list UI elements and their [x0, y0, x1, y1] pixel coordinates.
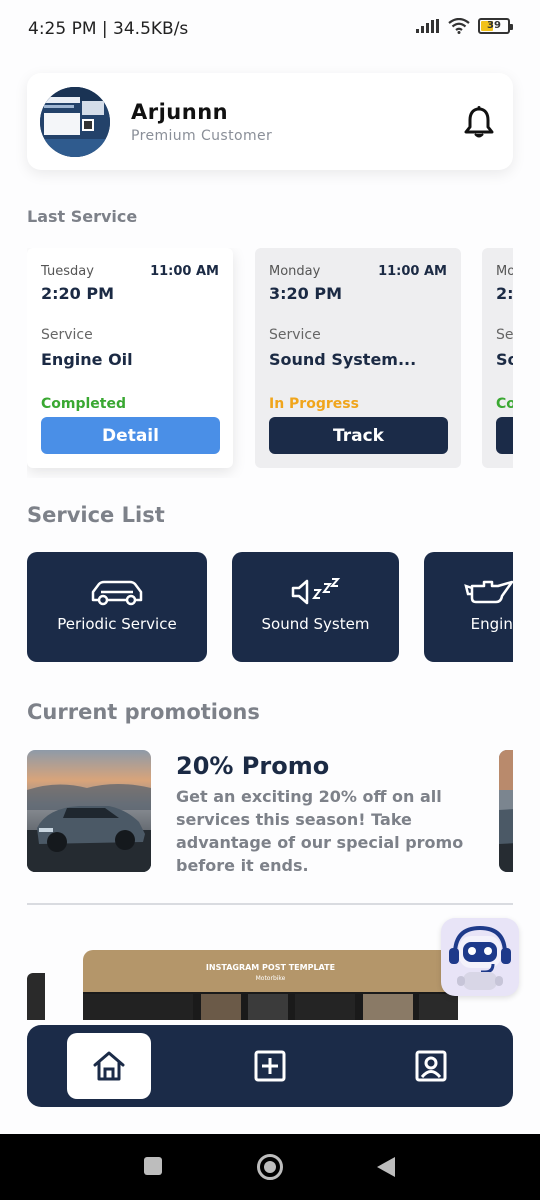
service-list-title: Service List [27, 503, 165, 527]
service-card[interactable]: Monday 11:00 AM 3:20 PM Service Sound Sy… [255, 248, 461, 468]
car-icon [91, 580, 143, 606]
promotions-title: Current promotions [27, 700, 260, 724]
service-card[interactable]: Mo 2:: Se So Co [482, 248, 513, 468]
status-icons: 39 [416, 18, 513, 34]
last-service-strip[interactable]: Tuesday 11:00 AM 2:20 PM Service Engine … [27, 248, 513, 478]
banner-prev[interactable] [27, 973, 45, 1020]
nav-home[interactable] [67, 1033, 151, 1099]
service-label: Service [269, 327, 321, 343]
service-label: Service [41, 327, 93, 343]
promotions-strip[interactable]: 20% Promo Get an exciting 20% off on all… [27, 750, 513, 875]
bell-icon[interactable] [463, 105, 495, 139]
service-action-button[interactable] [496, 417, 513, 454]
profile-icon [415, 1050, 447, 1082]
service-item-periodic[interactable]: Periodic Service [27, 552, 207, 662]
nav-add[interactable] [228, 1033, 312, 1099]
service-status: In Progress [269, 396, 359, 412]
detail-button[interactable]: Detail [41, 417, 220, 454]
service-end-time: 3:20 PM [269, 284, 343, 303]
signal-icon [416, 19, 439, 33]
service-status: Co [496, 396, 513, 412]
banner-subtitle: Motorbike [255, 975, 286, 982]
promo-image[interactable] [27, 750, 151, 872]
chatbot-button[interactable] [441, 918, 519, 996]
status-time: 4:25 PM | 34.5KB/s [28, 19, 189, 39]
profile-name: Arjunnn [131, 100, 229, 124]
service-label: Se [496, 327, 513, 343]
banner[interactable]: INSTAGRAM POST TEMPLATE Motorbike [83, 950, 458, 1020]
oil-can-icon [464, 580, 513, 604]
service-status: Completed [41, 396, 127, 412]
profile-card[interactable]: Arjunnn Premium Customer [27, 73, 513, 170]
battery-icon: 39 [478, 18, 513, 34]
status-bar: 4:25 PM | 34.5KB/s 39 [0, 0, 540, 58]
service-item-label: Sound System [261, 615, 370, 633]
robot-icon [449, 925, 511, 990]
service-item-label: Periodic Service [57, 615, 177, 633]
track-button[interactable]: Track [269, 417, 448, 454]
service-name: Engine Oil [41, 350, 133, 369]
service-name: Sound System... [269, 350, 417, 369]
add-icon [254, 1050, 286, 1082]
battery-level: 39 [487, 20, 501, 31]
service-day: Tuesday [41, 264, 94, 279]
bottom-nav [27, 1025, 513, 1107]
avatar[interactable] [40, 87, 110, 157]
service-item-label: Engine C [470, 615, 513, 633]
promo-description: Get an exciting 20% off on all services … [176, 787, 464, 875]
banner-photo-strip [83, 992, 458, 1020]
back-icon[interactable] [375, 1155, 397, 1179]
profile-subtitle: Premium Customer [131, 128, 273, 144]
service-list-strip[interactable]: Periodic Service Sound System Engine C [27, 552, 513, 664]
promo-image-next[interactable] [499, 750, 513, 872]
banner-title: INSTAGRAM POST TEMPLATE [205, 963, 336, 972]
home-circle-icon[interactable] [256, 1153, 284, 1181]
nav-profile[interactable] [389, 1033, 473, 1099]
home-icon [93, 1051, 125, 1081]
last-service-title: Last Service [27, 207, 138, 226]
service-day: Mo [496, 264, 513, 279]
speaker-icon [291, 578, 341, 605]
service-time: 11:00 AM [378, 264, 447, 279]
service-item-engine[interactable]: Engine C [424, 552, 513, 662]
service-end-time: 2:: [496, 284, 513, 303]
service-name: So [496, 350, 513, 369]
service-day: Monday [269, 264, 321, 279]
service-item-sound-system[interactable]: Sound System [232, 552, 399, 662]
service-end-time: 2:20 PM [41, 284, 115, 303]
wifi-icon [448, 18, 470, 34]
promo-title: 20% Promo [176, 752, 330, 780]
recent-apps-icon[interactable] [143, 1156, 163, 1176]
divider [27, 903, 513, 905]
service-card[interactable]: Tuesday 11:00 AM 2:20 PM Service Engine … [27, 248, 233, 468]
service-time: 11:00 AM [150, 264, 219, 279]
system-nav-bar [0, 1134, 540, 1200]
